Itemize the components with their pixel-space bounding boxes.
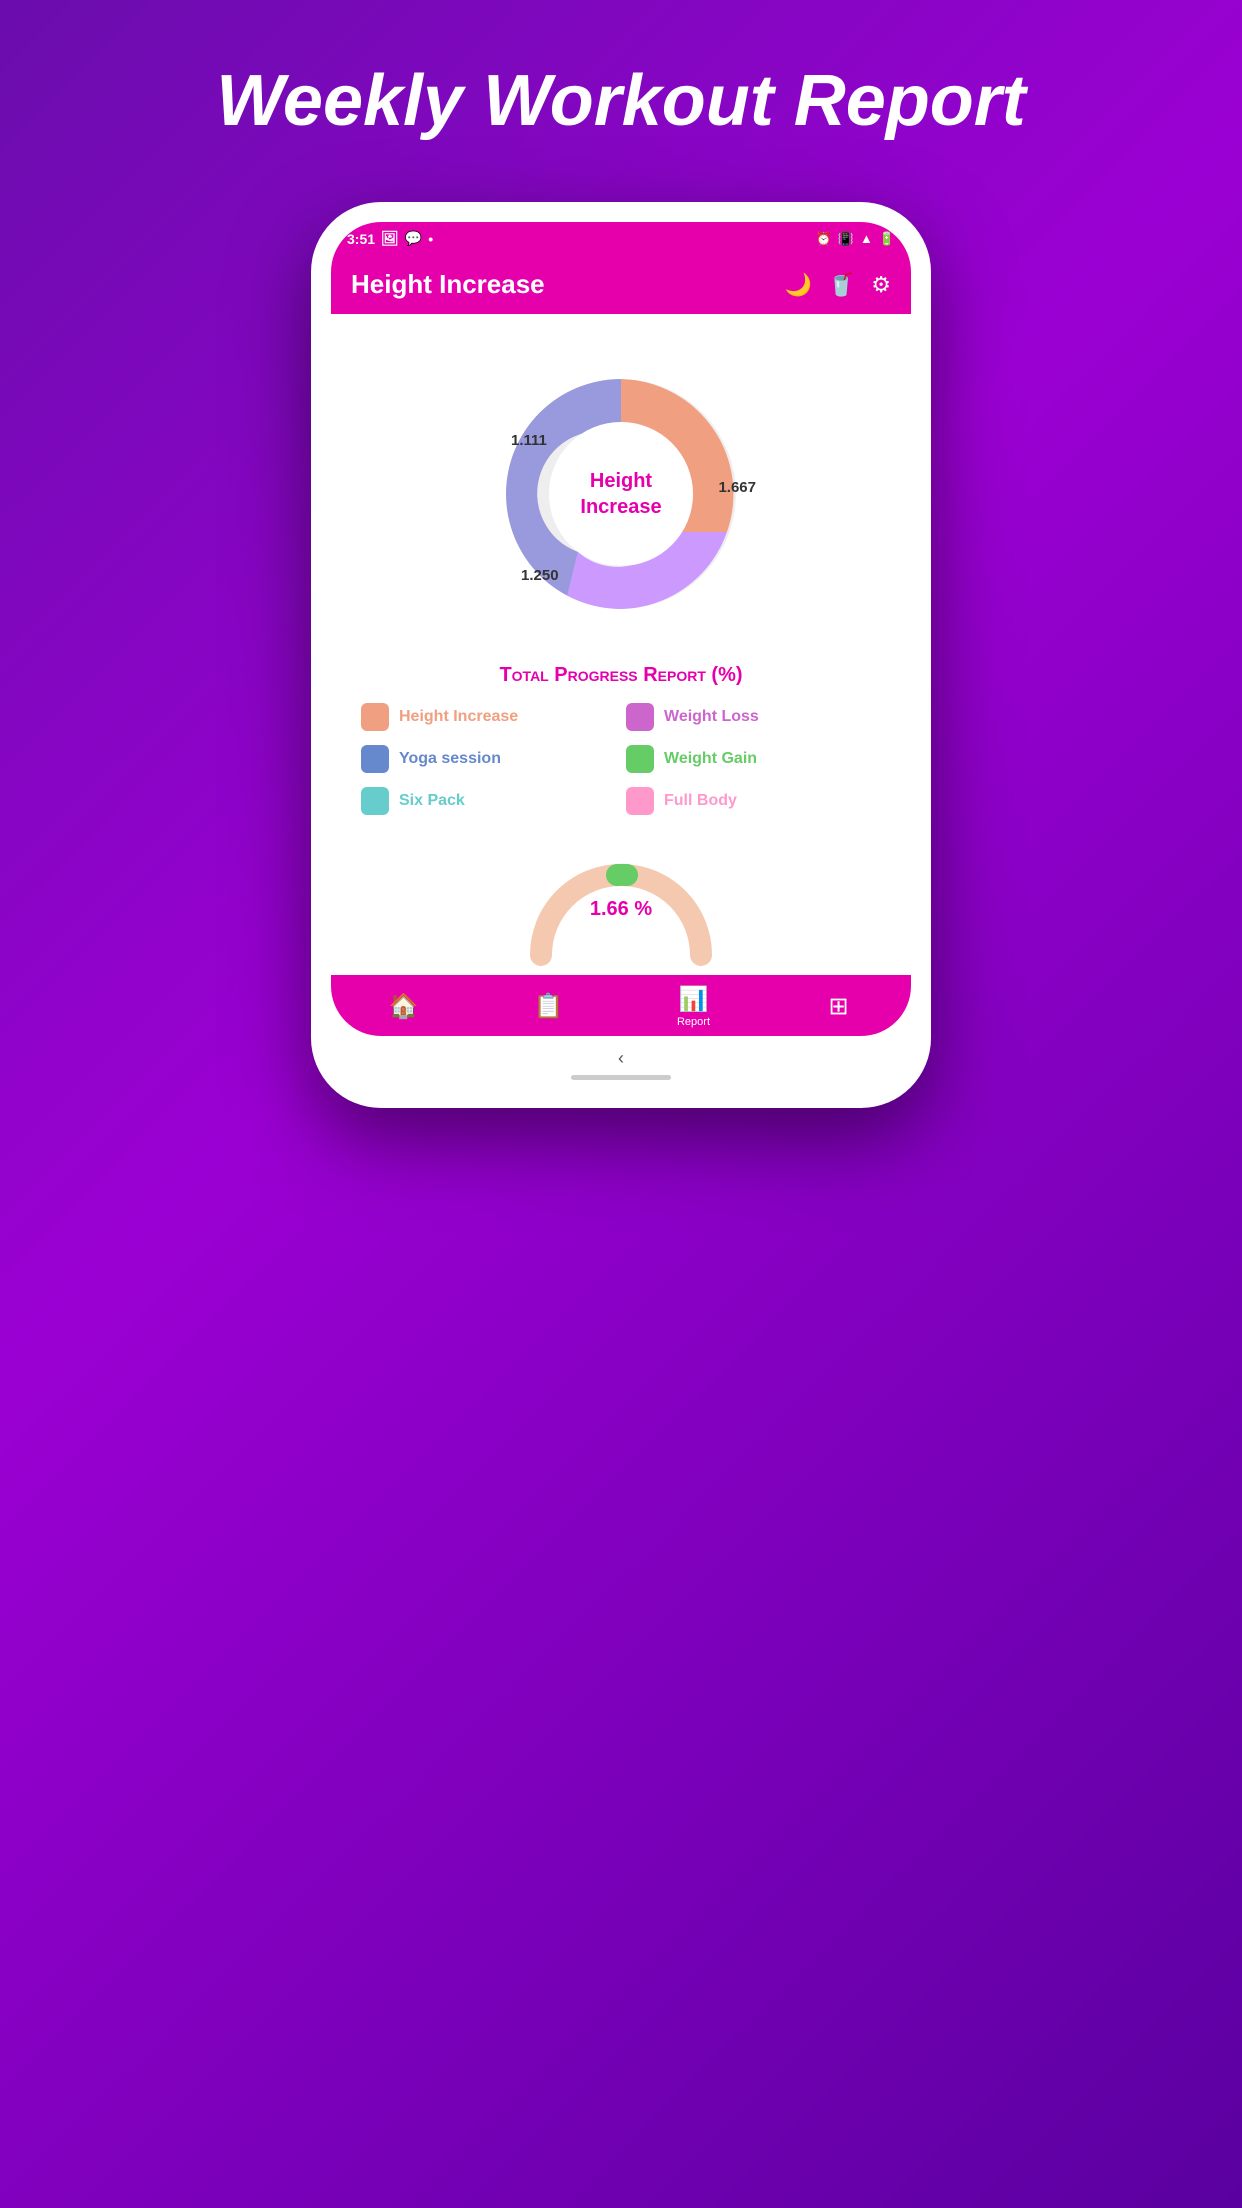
header-icons: 🌙 🥤 ⚙ bbox=[784, 272, 891, 298]
legend-item-full-body: Full Body bbox=[626, 787, 881, 815]
vibrate-icon: 📳 bbox=[838, 231, 854, 247]
app-header-title: Height Increase bbox=[351, 269, 545, 300]
label-weight-loss: 1.250 bbox=[521, 567, 559, 584]
phone-screen: 3:51 🖼 💬 • ⏰ 📳 ▲ 🔋 Height Increase 🌙 🥤 ⚙ bbox=[331, 222, 911, 1036]
legend-item-height-increase: Height Increase bbox=[361, 703, 616, 731]
label-yoga: 1.111 bbox=[511, 432, 547, 449]
app-header: Height Increase 🌙 🥤 ⚙ bbox=[331, 255, 911, 314]
home-bar bbox=[571, 1075, 671, 1080]
wifi-icon: ▲ bbox=[860, 231, 873, 246]
donut-center-text: Height Increase bbox=[580, 468, 661, 520]
home-icon: 🏠 bbox=[389, 992, 419, 1021]
status-left: 3:51 🖼 💬 • bbox=[347, 230, 433, 247]
menu-icon: ⊞ bbox=[828, 992, 848, 1021]
legend-item-weight-loss: Weight Loss bbox=[626, 703, 881, 731]
page-title: Weekly Workout Report bbox=[216, 60, 1025, 142]
nav-item-workout[interactable]: 📋 bbox=[519, 992, 579, 1021]
legend-label-weight-gain: Weight Gain bbox=[664, 750, 757, 768]
drink-icon[interactable]: 🥤 bbox=[828, 272, 855, 298]
content-area: 1.111 1.667 1.250 Height Increase Total … bbox=[331, 314, 911, 975]
legend-color-height-increase bbox=[361, 703, 389, 731]
status-right: ⏰ 📳 ▲ 🔋 bbox=[816, 231, 895, 247]
legend-color-weight-gain bbox=[626, 745, 654, 773]
legend-item-six-pack: Six Pack bbox=[361, 787, 616, 815]
phone-bottom: ‹ bbox=[331, 1036, 911, 1088]
small-donut-container: 1.66 % bbox=[351, 835, 891, 975]
legend-color-full-body bbox=[626, 787, 654, 815]
photo-icon: 🖼 bbox=[381, 230, 399, 247]
center-text-line2: Increase bbox=[580, 494, 661, 520]
battery-icon: 🔋 bbox=[879, 231, 895, 247]
legend-item-weight-gain: Weight Gain bbox=[626, 745, 881, 773]
status-bar: 3:51 🖼 💬 • ⏰ 📳 ▲ 🔋 bbox=[331, 222, 911, 255]
label-height: 1.667 bbox=[718, 479, 756, 496]
legend-color-yoga bbox=[361, 745, 389, 773]
legend-color-weight-loss bbox=[626, 703, 654, 731]
dot-indicator: • bbox=[428, 231, 433, 247]
legend-label-weight-loss: Weight Loss bbox=[664, 708, 759, 726]
report-label: Report bbox=[677, 1016, 710, 1028]
legend-item-yoga: Yoga session bbox=[361, 745, 616, 773]
legend-label-height-increase: Height Increase bbox=[399, 708, 518, 726]
legend-grid: Height Increase Weight Loss Yoga session… bbox=[351, 703, 891, 815]
workout-icon: 📋 bbox=[534, 992, 564, 1021]
alarm-icon: ⏰ bbox=[816, 231, 832, 247]
time-display: 3:51 bbox=[347, 231, 375, 247]
back-button[interactable]: ‹ bbox=[618, 1048, 624, 1069]
progress-section-title: Total Progress Report (%) bbox=[351, 664, 891, 687]
whatsapp-icon: 💬 bbox=[405, 230, 422, 247]
bottom-nav: 🏠 📋 📊 Report ⊞ bbox=[331, 975, 911, 1036]
moon-icon[interactable]: 🌙 bbox=[784, 272, 811, 298]
settings-icon[interactable]: ⚙ bbox=[871, 272, 891, 298]
legend-label-full-body: Full Body bbox=[664, 792, 737, 810]
center-text-line1: Height bbox=[580, 468, 661, 494]
small-donut-value: 1.66 % bbox=[590, 898, 652, 921]
legend-color-six-pack bbox=[361, 787, 389, 815]
nav-item-menu[interactable]: ⊞ bbox=[809, 992, 869, 1021]
nav-item-report[interactable]: 📊 Report bbox=[664, 985, 724, 1028]
report-icon: 📊 bbox=[679, 985, 709, 1014]
legend-label-yoga: Yoga session bbox=[399, 750, 501, 768]
donut-chart-container: 1.111 1.667 1.250 Height Increase bbox=[351, 344, 891, 644]
nav-item-home[interactable]: 🏠 bbox=[374, 992, 434, 1021]
legend-label-six-pack: Six Pack bbox=[399, 792, 465, 810]
page-title-wrapper: Weekly Workout Report bbox=[216, 0, 1025, 202]
phone-frame: 3:51 🖼 💬 • ⏰ 📳 ▲ 🔋 Height Increase 🌙 🥤 ⚙ bbox=[311, 202, 931, 1108]
